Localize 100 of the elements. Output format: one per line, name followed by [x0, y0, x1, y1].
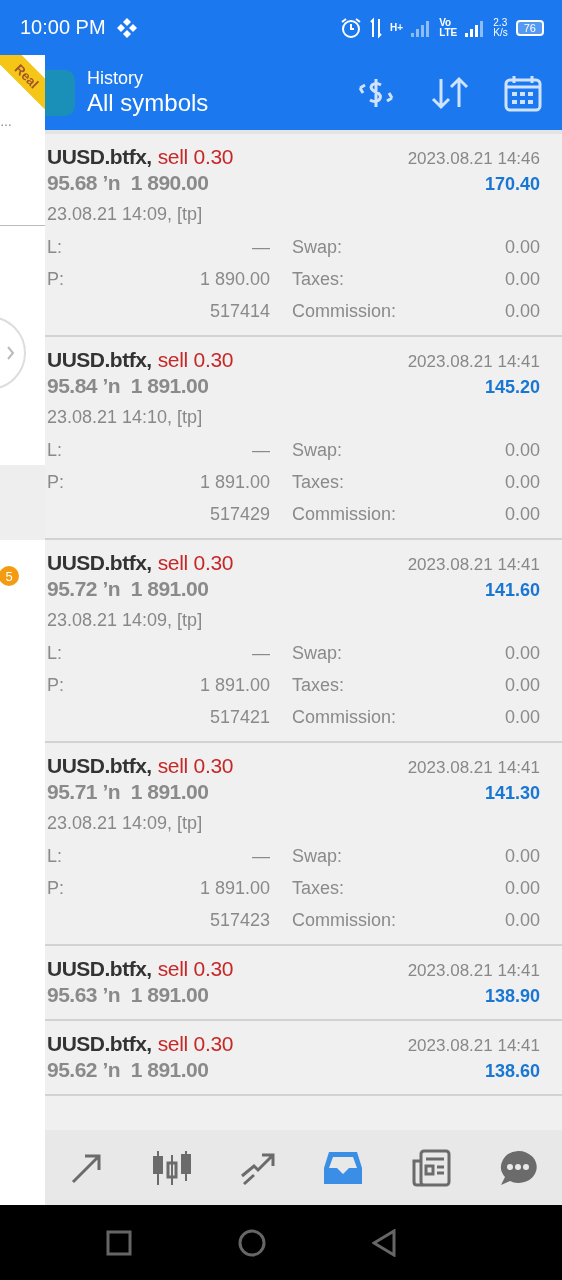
detail-label: Commission: [291, 299, 397, 323]
trade-type: sell 0.30 [157, 754, 234, 778]
detail-label: P: [47, 267, 65, 291]
detail-value: 0.00 [503, 299, 540, 323]
detail-value: 0.00 [503, 502, 540, 526]
price-label: 95.72 ’n 1 891.00 [47, 577, 209, 601]
symbol-filter[interactable]: All symbols [87, 89, 209, 117]
detail-label: P: [47, 876, 65, 900]
chat-icon [498, 1148, 539, 1187]
detail-label: Commission: [291, 502, 397, 526]
deal-time: 2023.08.21 14:41 [407, 758, 540, 778]
detail-value: 0.00 [503, 908, 540, 932]
clock: 10:00 PM [20, 16, 106, 39]
price-label: 95.62 ’n 1 891.00 [47, 1058, 209, 1082]
detail-value: 517429 [208, 502, 270, 526]
detail-label: Swap: [291, 438, 344, 462]
open-time: 23.08.21 14:10, [tp] [47, 405, 204, 429]
deal-time: 2023.08.21 14:41 [407, 352, 540, 372]
profit-value: 170.40 [484, 174, 540, 195]
detail-value: — [251, 235, 270, 259]
profit-value: 138.60 [484, 1061, 540, 1082]
trade-type: sell 0.30 [157, 1032, 234, 1056]
volte-label: Vo LTE [439, 17, 458, 38]
detail-value: 1 891.00 [198, 876, 270, 900]
detail-value: — [251, 438, 270, 462]
price-label: 95.63 ’n 1 891.00 [47, 983, 209, 1007]
symbol-label: UUSD.btfx, [47, 754, 152, 778]
detail-value: 0.00 [503, 641, 540, 665]
deal-time: 2023.08.21 14:41 [407, 1036, 540, 1056]
speed-label: 2.3 K/s [493, 17, 508, 38]
network-type: H+ [390, 22, 404, 33]
screen-title: History [87, 68, 144, 89]
detail-value: — [251, 641, 270, 665]
profit-value: 138.90 [484, 986, 540, 1007]
price-label: 95.84 ’n 1 891.00 [47, 374, 209, 398]
deal-card[interactable]: UUSD.btfx, sell 0.30 2023.08.21 14:41 95.84 ’n 1 891.00 145.20 23.08.21 14:10, [tp] L: — Swap: 0.00 P: 1 891.00 Taxes: 0.00 517429 Commission: 0.00 [45, 337, 562, 540]
detail-label: Swap: [291, 235, 344, 259]
detail-label: P: [47, 673, 65, 697]
symbol-label: UUSD.btfx, [47, 551, 152, 575]
detail-value: 517414 [208, 299, 270, 323]
signal-icon [465, 18, 486, 37]
detail-label: Commission: [291, 705, 397, 729]
detail-value: 1 890.00 [198, 267, 270, 291]
open-time: 23.08.21 14:09, [tp] [47, 608, 204, 632]
inbox-icon [323, 1149, 364, 1186]
detail-value: 0.00 [503, 876, 540, 900]
detail-label: Taxes: [291, 470, 346, 494]
detail-value: 1 891.00 [198, 470, 270, 494]
detail-label: Commission: [291, 908, 397, 932]
detail-label: L: [47, 438, 63, 462]
trade-type: sell 0.30 [157, 348, 234, 372]
candlestick-icon [152, 1148, 193, 1187]
detail-label: Taxes: [291, 267, 346, 291]
detail-value: — [251, 844, 270, 868]
deal-card[interactable]: UUSD.btfx, sell 0.30 2023.08.21 14:41 95.72 ’n 1 891.00 141.60 23.08.21 14:09, [tp] L: — Swap: 0.00 P: 1 891.00 Taxes: 0.00 517421 Commission: 0.00 [45, 540, 562, 743]
detail-label: L: [47, 235, 63, 259]
detail-label: P: [47, 470, 65, 494]
detail-value: 0.00 [503, 844, 540, 868]
detail-label: Swap: [291, 641, 344, 665]
detail-value: 0.00 [503, 235, 540, 259]
price-label: 95.68 ’n 1 890.00 [47, 171, 209, 195]
symbol-label: UUSD.btfx, [47, 957, 152, 981]
symbol-label: UUSD.btfx, [47, 145, 152, 169]
open-time: 23.08.21 14:09, [tp] [47, 811, 204, 835]
detail-value: 1 891.00 [198, 673, 270, 697]
battery-level: 76 [515, 19, 544, 36]
sort-icon[interactable] [430, 75, 470, 110]
recents-icon[interactable] [106, 1229, 132, 1256]
trade-type: sell 0.30 [157, 957, 234, 981]
detail-value: 0.00 [503, 470, 540, 494]
deal-time: 2023.08.21 14:41 [407, 961, 540, 981]
deal-time: 2023.08.21 14:41 [407, 555, 540, 575]
diamond-icon [115, 16, 138, 39]
detail-value: 517423 [208, 908, 270, 932]
home-icon[interactable] [238, 1228, 266, 1257]
open-time: 23.08.21 14:09, [tp] [47, 202, 204, 226]
deal-card[interactable]: UUSD.btfx, sell 0.30 2023.08.21 14:41 95.62 ’n 1 891.00 138.60 [45, 1021, 562, 1096]
detail-label: L: [47, 641, 63, 665]
detail-value: 0.00 [503, 267, 540, 291]
count-badge: 5 [0, 566, 19, 586]
deal-card[interactable]: UUSD.btfx, sell 0.30 2023.08.21 14:46 95.68 ’n 1 890.00 170.40 23.08.21 14:09, [tp] L: — Swap: 0.00 P: 1 890.00 Taxes: 0.00 517414 Commission: 0.00 [45, 134, 562, 337]
deal-card[interactable]: UUSD.btfx, sell 0.30 2023.08.21 14:41 95.63 ’n 1 891.00 138.90 [45, 946, 562, 1021]
trade-type: sell 0.30 [157, 145, 234, 169]
detail-value: 0.00 [503, 705, 540, 729]
detail-label: Swap: [291, 844, 344, 868]
deal-card[interactable]: UUSD.btfx, sell 0.30 2023.08.21 14:41 95.71 ’n 1 891.00 141.30 23.08.21 14:09, [tp] L: — Swap: 0.00 P: 1 891.00 Taxes: 0.00 517423 Commission: 0.00 [45, 743, 562, 946]
detail-label: L: [47, 844, 63, 868]
truncated-text: … [0, 115, 12, 129]
deal-time: 2023.08.21 14:46 [407, 149, 540, 169]
data-arrows-icon [370, 16, 383, 39]
calendar-icon[interactable] [504, 73, 542, 112]
detail-label: Taxes: [291, 876, 346, 900]
detail-value: 0.00 [503, 673, 540, 697]
detail-value: 517421 [208, 705, 270, 729]
newspaper-icon [410, 1148, 451, 1187]
back-icon[interactable] [372, 1228, 396, 1257]
symbol-label: UUSD.btfx, [47, 1032, 152, 1056]
trade-type: sell 0.30 [157, 551, 234, 575]
detail-value: 0.00 [503, 438, 540, 462]
symbol-label: UUSD.btfx, [47, 348, 152, 372]
